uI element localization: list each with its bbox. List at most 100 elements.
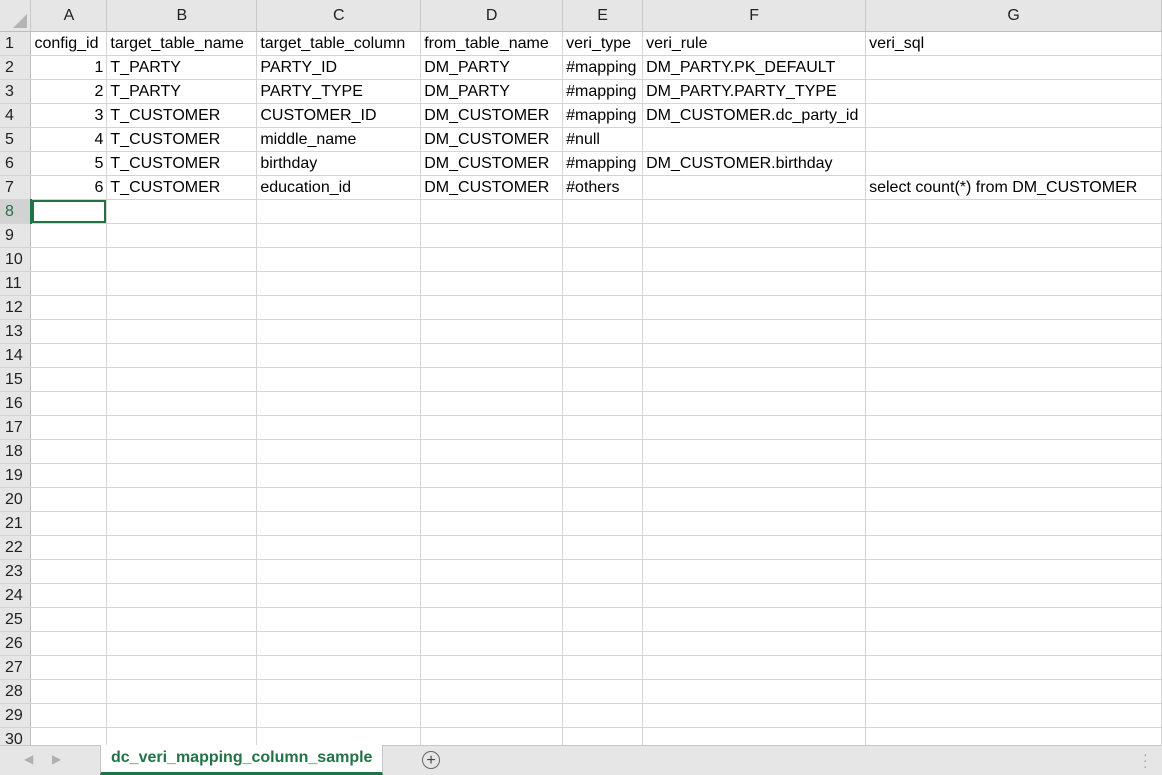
cell-a7[interactable]: 6 — [30, 175, 108, 200]
cell-e1[interactable]: veri_type — [562, 31, 644, 56]
cell-d3[interactable]: DM_PARTY — [420, 79, 564, 104]
cell-f3[interactable]: DM_PARTY.PARTY_TYPE — [642, 79, 867, 104]
cell-a13[interactable] — [30, 319, 108, 344]
cell-d15[interactable] — [420, 367, 564, 392]
row-header-6[interactable]: 6 — [0, 151, 32, 176]
cell-b8[interactable] — [106, 199, 258, 224]
row-header-17[interactable]: 17 — [0, 415, 32, 440]
cell-f20[interactable] — [642, 487, 867, 512]
cell-g30[interactable] — [865, 727, 1162, 745]
cell-c7[interactable]: education_id — [256, 175, 422, 200]
cell-d23[interactable] — [420, 559, 564, 584]
cell-f18[interactable] — [642, 439, 867, 464]
cell-d9[interactable] — [420, 223, 564, 248]
row-header-8[interactable]: 8 — [0, 199, 32, 224]
cell-a12[interactable] — [30, 295, 108, 320]
cell-f6[interactable]: DM_CUSTOMER.birthday — [642, 151, 867, 176]
cell-b26[interactable] — [106, 631, 258, 656]
cell-b25[interactable] — [106, 607, 258, 632]
cell-d22[interactable] — [420, 535, 564, 560]
cell-b6[interactable]: T_CUSTOMER — [106, 151, 258, 176]
select-all-corner[interactable] — [0, 0, 32, 32]
cell-e17[interactable] — [562, 415, 644, 440]
row-header-13[interactable]: 13 — [0, 319, 32, 344]
cell-f1[interactable]: veri_rule — [642, 31, 867, 56]
cell-g25[interactable] — [865, 607, 1162, 632]
cell-g20[interactable] — [865, 487, 1162, 512]
cell-c9[interactable] — [256, 223, 422, 248]
cell-d7[interactable]: DM_CUSTOMER — [420, 175, 564, 200]
cell-a21[interactable] — [30, 511, 108, 536]
cell-e23[interactable] — [562, 559, 644, 584]
cell-g6[interactable] — [865, 151, 1162, 176]
cell-a28[interactable] — [30, 679, 108, 704]
cell-d5[interactable]: DM_CUSTOMER — [420, 127, 564, 152]
cell-g2[interactable] — [865, 55, 1162, 80]
plus-circle-icon[interactable]: + — [422, 751, 440, 769]
cell-e8[interactable] — [562, 199, 644, 224]
cell-c2[interactable]: PARTY_ID — [256, 55, 422, 80]
cell-c28[interactable] — [256, 679, 422, 704]
cell-b13[interactable] — [106, 319, 258, 344]
cell-c6[interactable]: birthday — [256, 151, 422, 176]
cell-e30[interactable] — [562, 727, 644, 745]
cell-b4[interactable]: T_CUSTOMER — [106, 103, 258, 128]
cell-b5[interactable]: T_CUSTOMER — [106, 127, 258, 152]
cell-b12[interactable] — [106, 295, 258, 320]
cell-f30[interactable] — [642, 727, 867, 745]
cell-d18[interactable] — [420, 439, 564, 464]
cell-d21[interactable] — [420, 511, 564, 536]
cell-g8[interactable] — [865, 199, 1162, 224]
cell-c23[interactable] — [256, 559, 422, 584]
cell-b10[interactable] — [106, 247, 258, 272]
cell-a17[interactable] — [30, 415, 108, 440]
cell-g1[interactable]: veri_sql — [865, 31, 1162, 56]
cell-f5[interactable] — [642, 127, 867, 152]
row-header-14[interactable]: 14 — [0, 343, 32, 368]
row-header-11[interactable]: 11 — [0, 271, 32, 296]
cell-c16[interactable] — [256, 391, 422, 416]
column-header-a[interactable]: A — [30, 0, 108, 32]
cell-a8[interactable] — [30, 199, 108, 224]
cell-b15[interactable] — [106, 367, 258, 392]
cell-g10[interactable] — [865, 247, 1162, 272]
cell-b27[interactable] — [106, 655, 258, 680]
cell-a25[interactable] — [30, 607, 108, 632]
cell-g23[interactable] — [865, 559, 1162, 584]
cell-b22[interactable] — [106, 535, 258, 560]
cell-c25[interactable] — [256, 607, 422, 632]
cell-g17[interactable] — [865, 415, 1162, 440]
cell-c5[interactable]: middle_name — [256, 127, 422, 152]
cell-c21[interactable] — [256, 511, 422, 536]
cell-a5[interactable]: 4 — [30, 127, 108, 152]
triangle-right-icon[interactable]: ▶ — [52, 752, 61, 766]
cell-d10[interactable] — [420, 247, 564, 272]
cell-e16[interactable] — [562, 391, 644, 416]
cell-e5[interactable]: #null — [562, 127, 644, 152]
cell-d19[interactable] — [420, 463, 564, 488]
cell-a16[interactable] — [30, 391, 108, 416]
cell-c27[interactable] — [256, 655, 422, 680]
cell-a18[interactable] — [30, 439, 108, 464]
vertical-dots-icon[interactable]: · · · — [1143, 747, 1148, 773]
row-header-4[interactable]: 4 — [0, 103, 32, 128]
cell-d30[interactable] — [420, 727, 564, 745]
cell-f7[interactable] — [642, 175, 867, 200]
cell-e14[interactable] — [562, 343, 644, 368]
cell-f19[interactable] — [642, 463, 867, 488]
cell-g3[interactable] — [865, 79, 1162, 104]
row-header-24[interactable]: 24 — [0, 583, 32, 608]
row-header-19[interactable]: 19 — [0, 463, 32, 488]
row-header-23[interactable]: 23 — [0, 559, 32, 584]
row-header-21[interactable]: 21 — [0, 511, 32, 536]
cell-a4[interactable]: 3 — [30, 103, 108, 128]
cell-f4[interactable]: DM_CUSTOMER.dc_party_id — [642, 103, 867, 128]
row-header-25[interactable]: 25 — [0, 607, 32, 632]
cell-b17[interactable] — [106, 415, 258, 440]
row-header-10[interactable]: 10 — [0, 247, 32, 272]
cell-f28[interactable] — [642, 679, 867, 704]
cell-d4[interactable]: DM_CUSTOMER — [420, 103, 564, 128]
cell-e10[interactable] — [562, 247, 644, 272]
cell-b7[interactable]: T_CUSTOMER — [106, 175, 258, 200]
cell-f15[interactable] — [642, 367, 867, 392]
